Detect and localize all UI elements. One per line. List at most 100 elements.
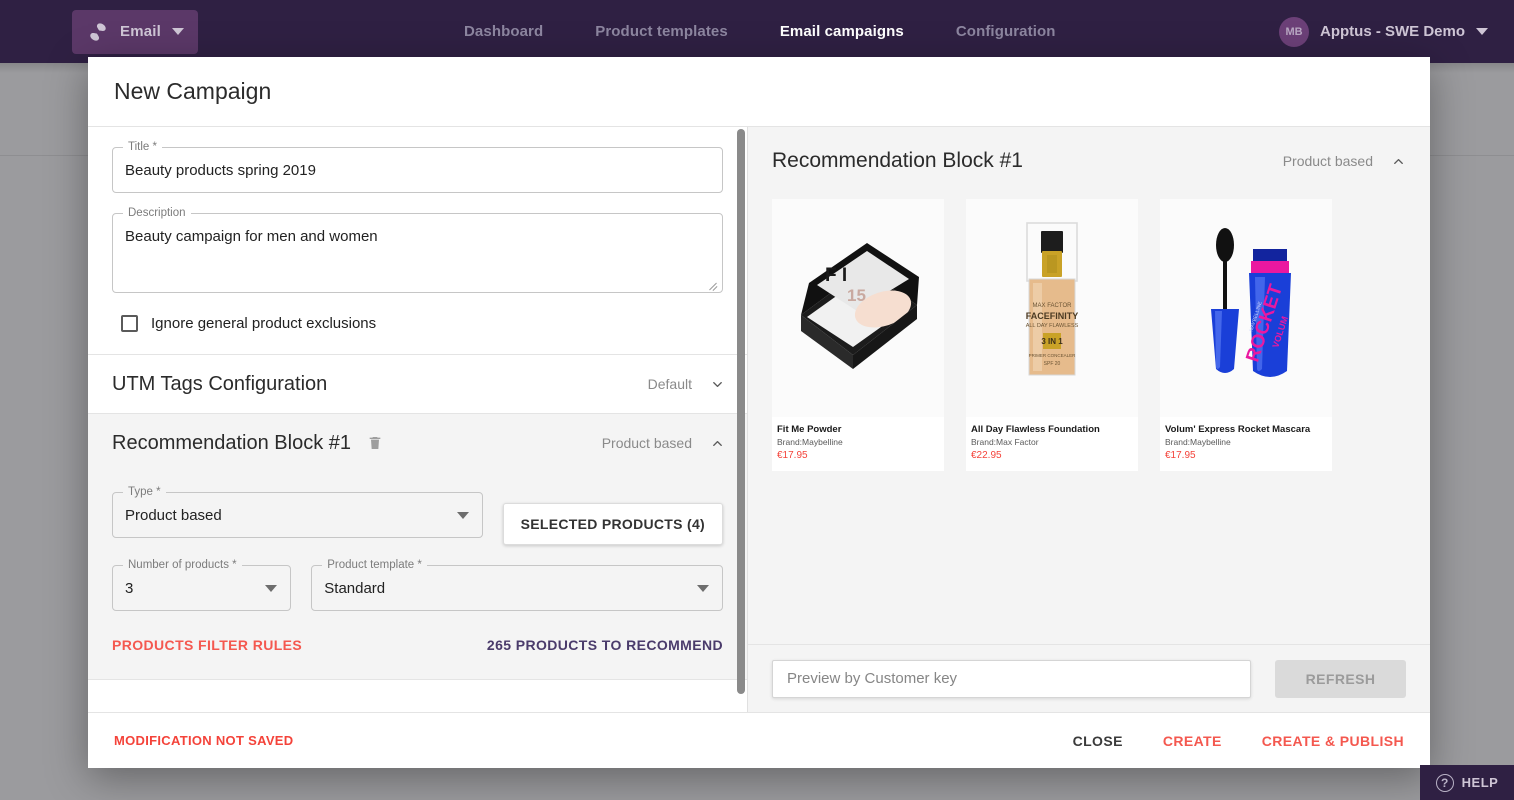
products-to-recommend-link[interactable]: 265 PRODUCTS TO RECOMMEND xyxy=(487,637,723,653)
title-field[interactable]: Title * Beauty products spring 2019 xyxy=(112,141,723,193)
basic-info-section: Title * Beauty products spring 2019 Desc… xyxy=(88,141,747,354)
description-field-label: Description xyxy=(123,207,191,220)
chevron-down-icon[interactable] xyxy=(1476,28,1488,35)
dropdown-arrow-icon[interactable] xyxy=(265,585,278,592)
left-pane-scrollbar[interactable] xyxy=(737,129,745,694)
pinwheel-logo-icon xyxy=(90,22,106,41)
help-label: HELP xyxy=(1461,775,1499,790)
dialog-title: New Campaign xyxy=(88,57,1430,127)
close-button[interactable]: CLOSE xyxy=(1073,733,1123,749)
question-circle-icon: ? xyxy=(1435,773,1454,792)
recommendation-block-status: Product based xyxy=(601,435,692,451)
preview-block-header[interactable]: Recommendation Block #1 Product based xyxy=(772,127,1406,189)
title-field-value[interactable]: Beauty products spring 2019 xyxy=(113,148,722,192)
svg-text:3 IN 1: 3 IN 1 xyxy=(1041,337,1063,346)
foundation-bottle-image: MAX FACTOR FACEFINITY ALL DAY FLAWLESS 3… xyxy=(1026,222,1079,376)
product-name: Volum' Express Rocket Mascara xyxy=(1165,424,1311,435)
product-card[interactable]: ROCKET VOLUM MAYBELLINE Volum' Express R… xyxy=(1160,199,1332,471)
products-filter-rules-link[interactable]: PRODUCTS FILTER RULES xyxy=(112,637,302,653)
svg-text:MAX FACTOR: MAX FACTOR xyxy=(1033,303,1073,309)
campaign-form-pane[interactable]: Title * Beauty products spring 2019 Desc… xyxy=(88,127,748,712)
brand-label: Email xyxy=(120,23,162,40)
dropdown-arrow-icon[interactable] xyxy=(697,585,709,592)
preview-footer: REFRESH xyxy=(748,644,1430,712)
chevron-up-icon[interactable] xyxy=(1391,154,1406,169)
product-image: ROCKET VOLUM MAYBELLINE xyxy=(1160,199,1332,417)
product-name: All Day Flawless Foundation xyxy=(971,424,1100,435)
product-meta: All Day Flawless Foundation Brand:Max Fa… xyxy=(966,417,1138,471)
product-meta: Volum' Express Rocket Mascara Brand:Mayb… xyxy=(1160,417,1332,471)
help-button[interactable]: ? HELP xyxy=(1420,765,1514,800)
type-row: Type * Product based SELECTED PRODUCTS (… xyxy=(112,472,723,545)
ignore-exclusions-checkbox-row[interactable]: Ignore general product exclusions xyxy=(112,293,723,354)
ignore-exclusions-checkbox[interactable] xyxy=(121,315,138,332)
product-price: €17.95 xyxy=(777,450,808,461)
description-field-value[interactable]: Beauty campaign for men and women xyxy=(113,214,722,292)
type-field-label: Type * xyxy=(123,486,166,499)
divider xyxy=(88,679,747,680)
ignore-exclusions-label: Ignore general product exclusions xyxy=(151,315,377,332)
create-and-publish-button[interactable]: CREATE & PUBLISH xyxy=(1262,733,1404,749)
preview-pane: Recommendation Block #1 Product based F … xyxy=(748,127,1430,712)
product-card-list: F I 15 Fit Me Powder Brand:Maybelline €1… xyxy=(772,199,1406,471)
product-price: €17.95 xyxy=(1165,450,1196,461)
type-field[interactable]: Type * Product based xyxy=(112,486,483,538)
product-brand: Brand:Maybelline xyxy=(1165,437,1231,447)
new-campaign-dialog: New Campaign Title * Beauty products spr… xyxy=(88,57,1430,768)
product-meta: Fit Me Powder Brand:Maybelline €17.95 xyxy=(772,417,944,471)
svg-text:F I: F I xyxy=(825,265,847,286)
brand-channel-selector[interactable]: Email xyxy=(72,9,199,54)
svg-text:PRIMER CONCEALER: PRIMER CONCEALER xyxy=(1029,353,1077,358)
dialog-footer: MODIFICATION NOT SAVED CLOSE CREATE CREA… xyxy=(88,712,1430,768)
account-menu[interactable]: MB Apptus - SWE Demo xyxy=(1279,0,1488,63)
product-card[interactable]: F I 15 Fit Me Powder Brand:Maybelline €1… xyxy=(772,199,944,471)
utm-tags-accordion-header[interactable]: UTM Tags Configuration Default xyxy=(88,355,747,413)
create-button[interactable]: CREATE xyxy=(1163,733,1222,749)
recommendation-block-section: Recommendation Block #1 Product based Ty… xyxy=(88,414,747,679)
title-field-label: Title * xyxy=(123,141,162,154)
chevron-down-icon[interactable] xyxy=(172,28,185,35)
compact-powder-image: F I 15 xyxy=(801,243,919,369)
customer-key-field[interactable] xyxy=(772,659,1251,698)
nav-link-dashboard[interactable]: Dashboard xyxy=(438,23,569,40)
product-card[interactable]: MAX FACTOR FACEFINITY ALL DAY FLAWLESS 3… xyxy=(966,199,1138,471)
utm-tags-title: UTM Tags Configuration xyxy=(112,372,328,395)
chevron-down-icon[interactable] xyxy=(710,377,725,392)
svg-text:ALL DAY FLAWLESS: ALL DAY FLAWLESS xyxy=(1026,323,1079,329)
chevron-up-icon[interactable] xyxy=(710,436,725,451)
avatar: MB xyxy=(1279,16,1309,47)
number-of-products-value[interactable]: 3 xyxy=(113,566,290,610)
preview-content: Recommendation Block #1 Product based F … xyxy=(748,127,1430,644)
nav-link-product-templates[interactable]: Product templates xyxy=(569,23,754,40)
customer-key-input[interactable] xyxy=(785,669,1238,688)
type-field-value[interactable]: Product based xyxy=(113,493,482,537)
preview-block-status: Product based xyxy=(1282,153,1373,169)
product-brand: Brand:Max Factor xyxy=(971,437,1039,447)
recommendation-block-title: Recommendation Block #1 xyxy=(112,431,352,454)
number-of-products-field[interactable]: Number of products * 3 xyxy=(112,559,292,611)
nav-link-configuration[interactable]: Configuration xyxy=(930,23,1082,40)
refresh-button[interactable]: REFRESH xyxy=(1275,659,1406,698)
product-template-value[interactable]: Standard xyxy=(312,566,722,610)
product-name: Fit Me Powder xyxy=(777,424,842,435)
dialog-body: Title * Beauty products spring 2019 Desc… xyxy=(88,127,1430,712)
account-name: Apptus - SWE Demo xyxy=(1320,23,1465,40)
product-price: €22.95 xyxy=(971,450,1002,461)
product-template-field[interactable]: Product template * Standard xyxy=(311,559,723,611)
svg-text:FACEFINITY: FACEFINITY xyxy=(1026,311,1079,321)
product-brand: Brand:Maybelline xyxy=(777,437,843,447)
selected-products-button[interactable]: SELECTED PRODUCTS (4) xyxy=(502,503,723,545)
utm-tags-status: Default xyxy=(647,376,692,392)
product-config-row: Number of products * 3 Product template … xyxy=(112,545,723,611)
product-image: F I 15 xyxy=(772,199,944,417)
svg-text:SPF 20: SPF 20 xyxy=(1044,361,1061,367)
block-links-row: PRODUCTS FILTER RULES 265 PRODUCTS TO RE… xyxy=(112,615,723,679)
dropdown-arrow-icon[interactable] xyxy=(456,512,469,519)
recommendation-block-header[interactable]: Recommendation Block #1 Product based xyxy=(88,414,747,472)
trash-icon[interactable] xyxy=(367,434,383,452)
top-navigation-bar: Email Dashboard Product templates Email … xyxy=(0,0,1514,63)
modification-status: MODIFICATION NOT SAVED xyxy=(114,733,294,748)
number-of-products-label: Number of products * xyxy=(123,559,242,572)
nav-link-email-campaigns[interactable]: Email campaigns xyxy=(754,23,930,40)
description-field[interactable]: Description Beauty campaign for men and … xyxy=(112,207,723,293)
